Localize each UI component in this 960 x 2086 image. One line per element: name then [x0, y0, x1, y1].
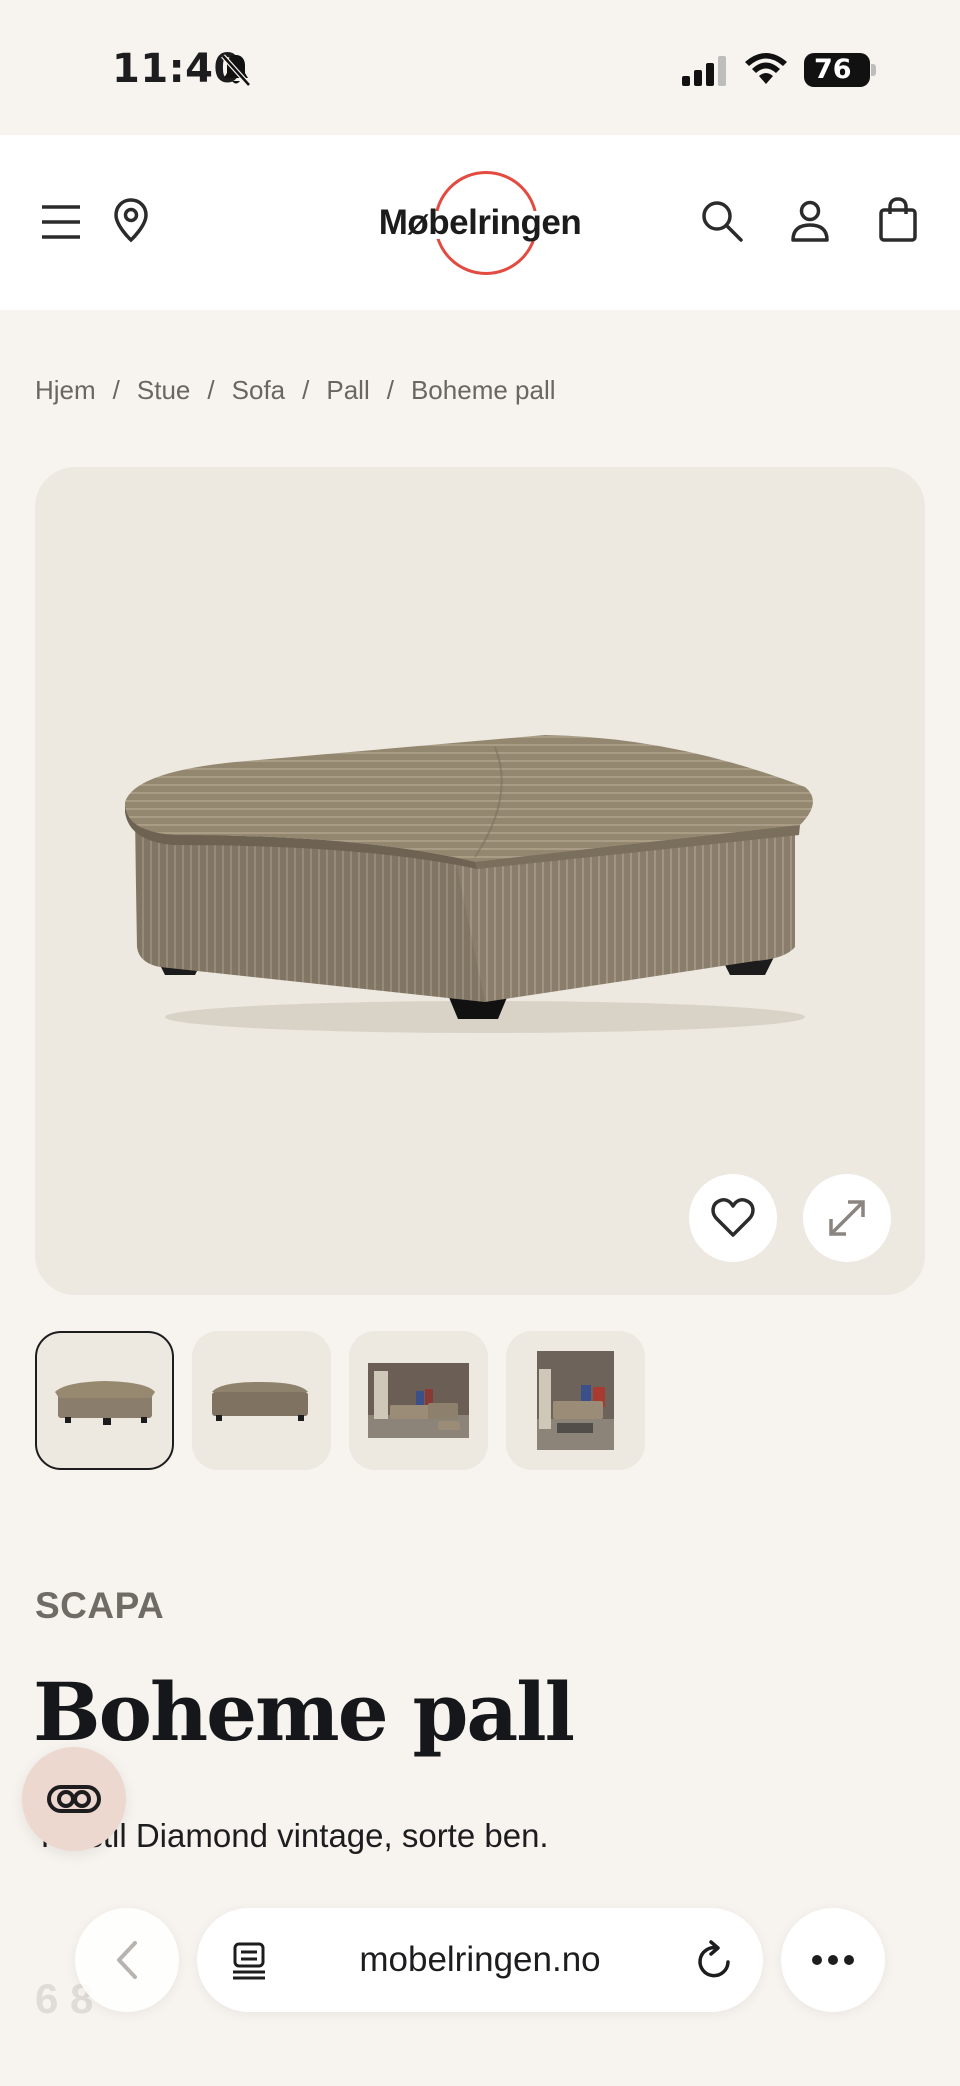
wifi-icon [745, 53, 787, 84]
browser-back-button[interactable] [75, 1908, 179, 2012]
product-title: Boheme pall [33, 1665, 575, 1759]
thumbnail-strip [35, 1331, 645, 1470]
menu-icon[interactable] [40, 203, 82, 241]
breadcrumb-separator: / [207, 374, 215, 405]
location-pin-icon[interactable] [112, 197, 150, 243]
battery-icon: 76 [804, 53, 870, 87]
bell-muted-icon [221, 54, 251, 87]
thumbnail-4[interactable] [506, 1331, 645, 1470]
status-bar: 11:40 76 [0, 0, 960, 135]
thumbnail-room-image [368, 1363, 469, 1438]
address-bar[interactable]: mobelringen.no [197, 1908, 763, 2012]
breadcrumb-sofa[interactable]: Sofa [232, 375, 286, 406]
product-brand[interactable]: SCAPA [35, 1585, 164, 1627]
favorite-button[interactable] [689, 1174, 777, 1262]
reader-mode-icon[interactable] [231, 1942, 267, 1980]
search-icon[interactable] [700, 199, 744, 243]
breadcrumb-home[interactable]: Hjem [35, 375, 96, 406]
thumbnail-room-image-portrait [537, 1351, 614, 1450]
logo-text: Møbelringen [378, 203, 582, 242]
breadcrumb-current: Boheme pall [410, 374, 556, 405]
reload-icon[interactable] [695, 1940, 735, 1982]
breadcrumb-separator: / [302, 374, 310, 405]
breadcrumb-pall[interactable]: Pall [326, 375, 369, 406]
thumbnail-pouf-image [55, 1381, 155, 1425]
chevron-left-icon [117, 1941, 137, 1979]
expand-icon [829, 1200, 865, 1236]
product-main-image[interactable] [35, 467, 925, 1295]
thumbnail-3[interactable] [349, 1331, 488, 1470]
account-icon[interactable] [790, 199, 830, 243]
heart-icon [711, 1198, 755, 1237]
logo[interactable]: Møbelringen [370, 169, 590, 279]
thumbnail-2[interactable] [192, 1331, 331, 1470]
more-dots-icon [812, 1955, 854, 1965]
breadcrumb-stue[interactable]: Stue [137, 375, 191, 406]
expand-button[interactable] [803, 1174, 891, 1262]
shopping-bag-icon[interactable] [878, 197, 918, 243]
thumbnail-1[interactable] [35, 1331, 174, 1470]
browser-more-button[interactable] [781, 1908, 885, 2012]
pouf-illustration [125, 735, 813, 1033]
breadcrumb-separator: / [386, 374, 394, 405]
url-text[interactable]: mobelringen.no [197, 1908, 763, 2012]
thumbnail-pouf-side-image [212, 1382, 308, 1421]
toggle-link-icon [47, 1785, 101, 1813]
browser-toolbar: mobelringen.no [0, 1880, 960, 2086]
site-header: Møbelringen [0, 135, 960, 310]
breadcrumb-separator: / [112, 374, 120, 405]
battery-tip [871, 64, 876, 76]
cell-signal-icon [682, 56, 726, 86]
cookie-consent-button[interactable] [22, 1747, 126, 1851]
breadcrumb: Hjem / Stue / Sofa / Pall / Boheme pall [35, 374, 556, 406]
